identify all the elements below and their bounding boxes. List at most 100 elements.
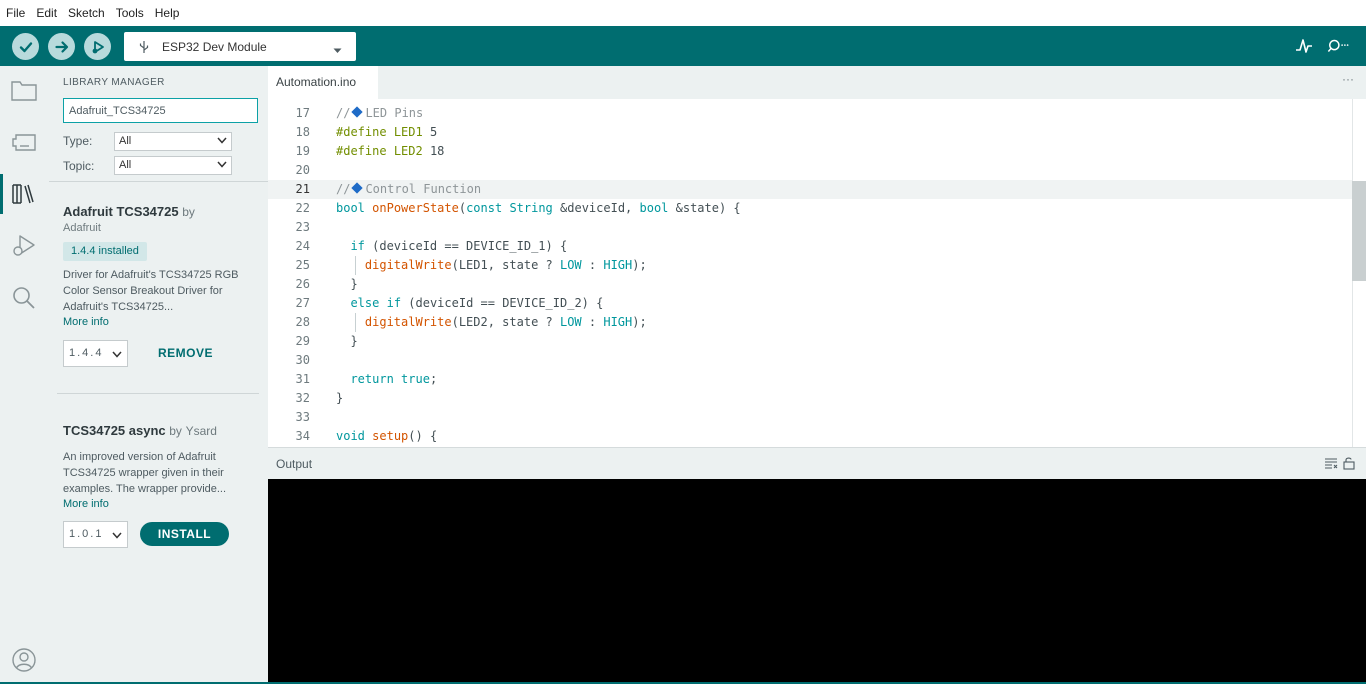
serial-monitor-button[interactable] xyxy=(1327,36,1349,56)
clear-output-icon[interactable] xyxy=(1324,456,1338,475)
code-line[interactable]: 31 return true; xyxy=(268,370,1353,389)
menu-tools[interactable]: Tools xyxy=(116,6,144,20)
library-item-title: Adafruit TCS34725 by xyxy=(63,204,195,219)
topic-filter-label: Topic: xyxy=(63,159,95,173)
line-number: 30 xyxy=(295,353,310,367)
code-line[interactable]: 34 void setup() { xyxy=(268,427,1353,446)
line-number: 29 xyxy=(295,334,310,348)
account-button[interactable] xyxy=(10,646,38,674)
board-selector[interactable]: ESP32 Dev Module xyxy=(124,32,356,61)
line-text: return true; xyxy=(350,372,438,386)
divider xyxy=(49,181,268,182)
indent-guide xyxy=(355,313,356,332)
code-line[interactable]: 20 xyxy=(268,161,1353,180)
search-panel-button[interactable] xyxy=(10,284,38,312)
library-manager-button[interactable] xyxy=(10,180,38,208)
debug-panel-button[interactable] xyxy=(10,232,38,260)
code-line[interactable]: 30 xyxy=(268,351,1353,370)
code-line[interactable]: 26 } xyxy=(268,275,1353,294)
line-number: 24 xyxy=(295,239,310,253)
code-line[interactable]: 33 xyxy=(268,408,1353,427)
install-button[interactable]: INSTALL xyxy=(140,522,229,546)
active-indicator xyxy=(0,174,3,214)
line-number: 17 xyxy=(295,106,310,120)
line-text: if (deviceId == DEVICE_ID_1) { xyxy=(350,239,568,253)
library-manager-panel: LIBRARY MANAGER Type: All Topic: All Ada… xyxy=(49,66,268,684)
library-search-input[interactable] xyxy=(63,98,258,123)
line-number: 22 xyxy=(295,201,310,215)
remove-button[interactable]: REMOVE xyxy=(158,346,213,360)
output-console[interactable] xyxy=(268,479,1366,684)
output-actions xyxy=(1324,456,1356,475)
type-filter-select[interactable]: All xyxy=(114,132,232,151)
code-line[interactable]: 21 //Control Function xyxy=(268,180,1353,199)
code-line[interactable]: 22 bool onPowerState(const String &device… xyxy=(268,199,1353,218)
line-number: 21 xyxy=(295,182,310,196)
version-value: 1.0.1 xyxy=(69,528,104,540)
code-line[interactable]: 17 //LED Pins xyxy=(268,104,1353,123)
version-select[interactable]: 1.0.1 xyxy=(63,521,128,548)
line-text: else if (deviceId == DEVICE_ID_2) { xyxy=(350,296,604,310)
chevron-down-icon xyxy=(112,349,122,361)
code-line[interactable]: 24 if (deviceId == DEVICE_ID_1) { xyxy=(268,237,1353,256)
editor-scrollbar[interactable] xyxy=(1352,181,1366,281)
board-icon xyxy=(12,134,36,151)
more-icon[interactable]: ··· xyxy=(1342,72,1354,86)
board-name: ESP32 Dev Module xyxy=(162,39,267,54)
code-line[interactable]: 32} xyxy=(268,389,1353,408)
menu-sketch[interactable]: Sketch xyxy=(68,6,105,20)
debug-icon xyxy=(92,40,104,53)
code-line[interactable]: 27 else if (deviceId == DEVICE_ID_2) { xyxy=(268,294,1353,313)
line-number: 31 xyxy=(295,372,310,386)
type-filter-label: Type: xyxy=(63,134,93,148)
code-editor[interactable]: 17 //LED Pins 18 #define LED1 5 19 #define LE… xyxy=(268,99,1366,447)
tab-automation-ino[interactable]: Automation.ino xyxy=(268,66,378,99)
code-line[interactable]: 28 digitalWrite(LED2, state ? LOW : HIGH… xyxy=(268,313,1353,332)
debug-play-icon xyxy=(13,235,35,256)
upload-button[interactable] xyxy=(48,33,75,60)
output-title: Output xyxy=(276,457,313,471)
installed-badge: 1.4.4 installed xyxy=(63,242,147,261)
line-text: } xyxy=(336,391,344,405)
line-number: 32 xyxy=(295,391,310,405)
verify-icon xyxy=(19,41,32,52)
boards-manager-button[interactable] xyxy=(10,128,38,156)
library-description: An improved version of Adafruit TCS34725… xyxy=(63,451,227,495)
library-name: Adafruit TCS34725 xyxy=(63,204,179,219)
more-info-link[interactable]: More info xyxy=(63,316,109,328)
library-by: by xyxy=(169,424,182,438)
menu-help[interactable]: Help xyxy=(155,6,180,20)
topic-filter-select[interactable]: All xyxy=(114,156,232,175)
indent-guide xyxy=(355,256,356,275)
type-filter-value: All xyxy=(119,135,132,147)
code-line[interactable]: 23 xyxy=(268,218,1353,237)
library-name: TCS34725 async xyxy=(63,423,166,438)
library-description: Driver for Adafruit's TCS34725 RGB Color… xyxy=(63,269,239,313)
menu-file[interactable]: File xyxy=(6,6,25,20)
code-line[interactable]: 25 digitalWrite(LED1, state ? LOW : HIGH… xyxy=(268,256,1353,275)
verify-button[interactable] xyxy=(12,33,39,60)
chevron-down-icon xyxy=(333,43,342,57)
menu-edit[interactable]: Edit xyxy=(36,6,57,20)
chevron-down-icon xyxy=(217,159,227,171)
serial-plotter-button[interactable] xyxy=(1293,36,1315,56)
activity-bar xyxy=(0,66,49,684)
library-author: Ysard xyxy=(185,424,217,438)
unlock-icon[interactable] xyxy=(1342,456,1356,475)
library-item-title: TCS34725 async by Ysard xyxy=(63,423,217,438)
code-line[interactable]: 19 #define LED2 18 xyxy=(268,142,1353,161)
line-text: //LED Pins xyxy=(336,106,424,120)
sketchbook-button[interactable] xyxy=(10,76,38,104)
chevron-down-icon xyxy=(217,135,227,147)
more-info-link[interactable]: More info xyxy=(63,498,109,510)
code-line[interactable]: 29 } xyxy=(268,332,1353,351)
code-line[interactable]: 18 #define LED1 5 xyxy=(268,123,1353,142)
line-number: 34 xyxy=(295,429,310,443)
line-text: digitalWrite(LED1, state ? LOW : HIGH); xyxy=(364,258,647,272)
version-select[interactable]: 1.4.4 xyxy=(63,340,128,367)
serial-plotter-icon xyxy=(1296,39,1312,53)
debug-button[interactable] xyxy=(84,33,111,60)
line-number: 33 xyxy=(295,410,310,424)
line-number: 20 xyxy=(295,163,310,177)
folder-icon xyxy=(11,81,37,101)
